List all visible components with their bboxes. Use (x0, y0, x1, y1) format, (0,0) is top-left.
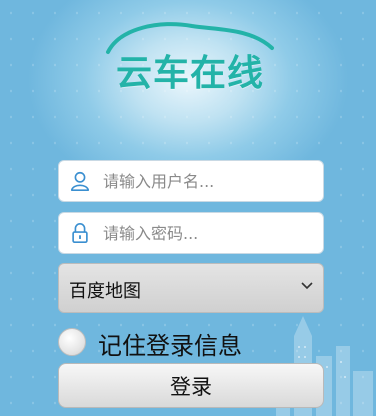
username-field[interactable] (58, 160, 324, 202)
remember-label: 记住登录信息 (98, 332, 242, 360)
lock-icon (72, 223, 88, 243)
user-icon (70, 171, 90, 191)
password-input[interactable] (103, 213, 317, 253)
chevron-down-icon (301, 282, 313, 290)
map-provider-value: 百度地图 (69, 281, 141, 302)
remember-radio[interactable] (58, 328, 86, 356)
map-provider-select[interactable]: 百度地图 (58, 263, 324, 313)
logo-text: 云车在线 (115, 53, 264, 94)
login-button[interactable]: 登录 (58, 363, 324, 408)
app-logo: 云车在线 (100, 18, 280, 94)
username-input[interactable] (103, 161, 317, 201)
login-screen: 云车在线 百度地图 记住登录信息 登录 (0, 0, 376, 416)
password-field[interactable] (58, 212, 324, 254)
